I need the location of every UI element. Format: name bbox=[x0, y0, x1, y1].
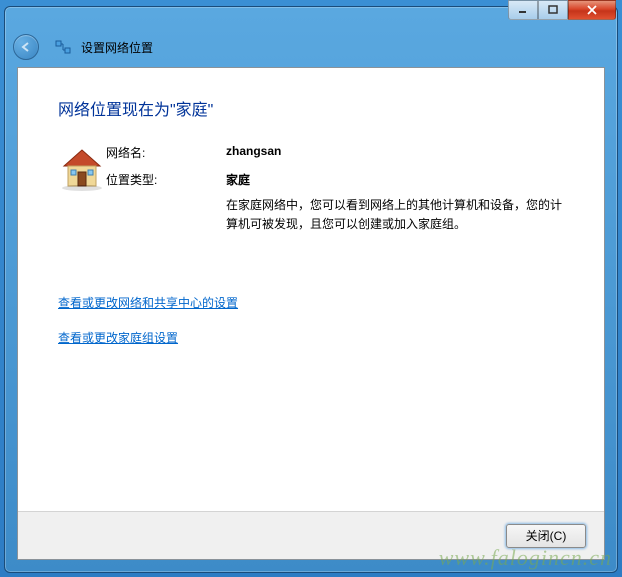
network-wizard-icon bbox=[55, 39, 71, 55]
window-title: 设置网络位置 bbox=[81, 39, 153, 56]
titlebar bbox=[5, 7, 617, 27]
minimize-button[interactable] bbox=[508, 0, 538, 20]
minimize-icon bbox=[518, 5, 528, 15]
window-frame: 设置网络位置 网络位置现在为"家庭" bbox=[4, 6, 618, 573]
network-name-label: 网络名: bbox=[106, 144, 226, 161]
close-icon bbox=[586, 5, 598, 15]
location-type-label: 位置类型: bbox=[106, 171, 226, 234]
network-name-value: zhangsan bbox=[226, 144, 564, 161]
icon-column bbox=[58, 144, 106, 234]
window-controls bbox=[508, 0, 616, 20]
house-icon bbox=[58, 144, 106, 192]
footer-area: 关闭(C) bbox=[18, 511, 604, 559]
inner-content: 网络位置现在为"家庭" 网络名: bbox=[18, 68, 604, 507]
back-button bbox=[13, 34, 39, 60]
back-arrow-icon bbox=[19, 40, 33, 54]
location-type-value: 家庭 bbox=[226, 171, 564, 188]
homegroup-settings-link[interactable]: 查看或更改家庭组设置 bbox=[58, 329, 564, 346]
network-sharing-center-link[interactable]: 查看或更改网络和共享中心的设置 bbox=[58, 294, 564, 311]
window-close-button[interactable] bbox=[568, 0, 616, 20]
maximize-icon bbox=[548, 5, 558, 15]
location-description: 在家庭网络中，您可以看到网络上的其他计算机和设备，您的计算机可被发现，且您可以创… bbox=[226, 196, 564, 234]
network-info-section: 网络名: zhangsan 位置类型: 家庭 在家庭网络中，您可以看到网络上的其… bbox=[58, 144, 564, 234]
maximize-button[interactable] bbox=[538, 0, 568, 20]
main-heading: 网络位置现在为"家庭" bbox=[58, 96, 564, 120]
header-area: 设置网络位置 bbox=[13, 31, 609, 63]
content-panel: 网络位置现在为"家庭" 网络名: bbox=[17, 67, 605, 560]
info-table: 网络名: zhangsan 位置类型: 家庭 在家庭网络中，您可以看到网络上的其… bbox=[106, 144, 564, 234]
close-button[interactable]: 关闭(C) bbox=[506, 524, 586, 548]
links-section: 查看或更改网络和共享中心的设置 查看或更改家庭组设置 bbox=[58, 294, 564, 346]
